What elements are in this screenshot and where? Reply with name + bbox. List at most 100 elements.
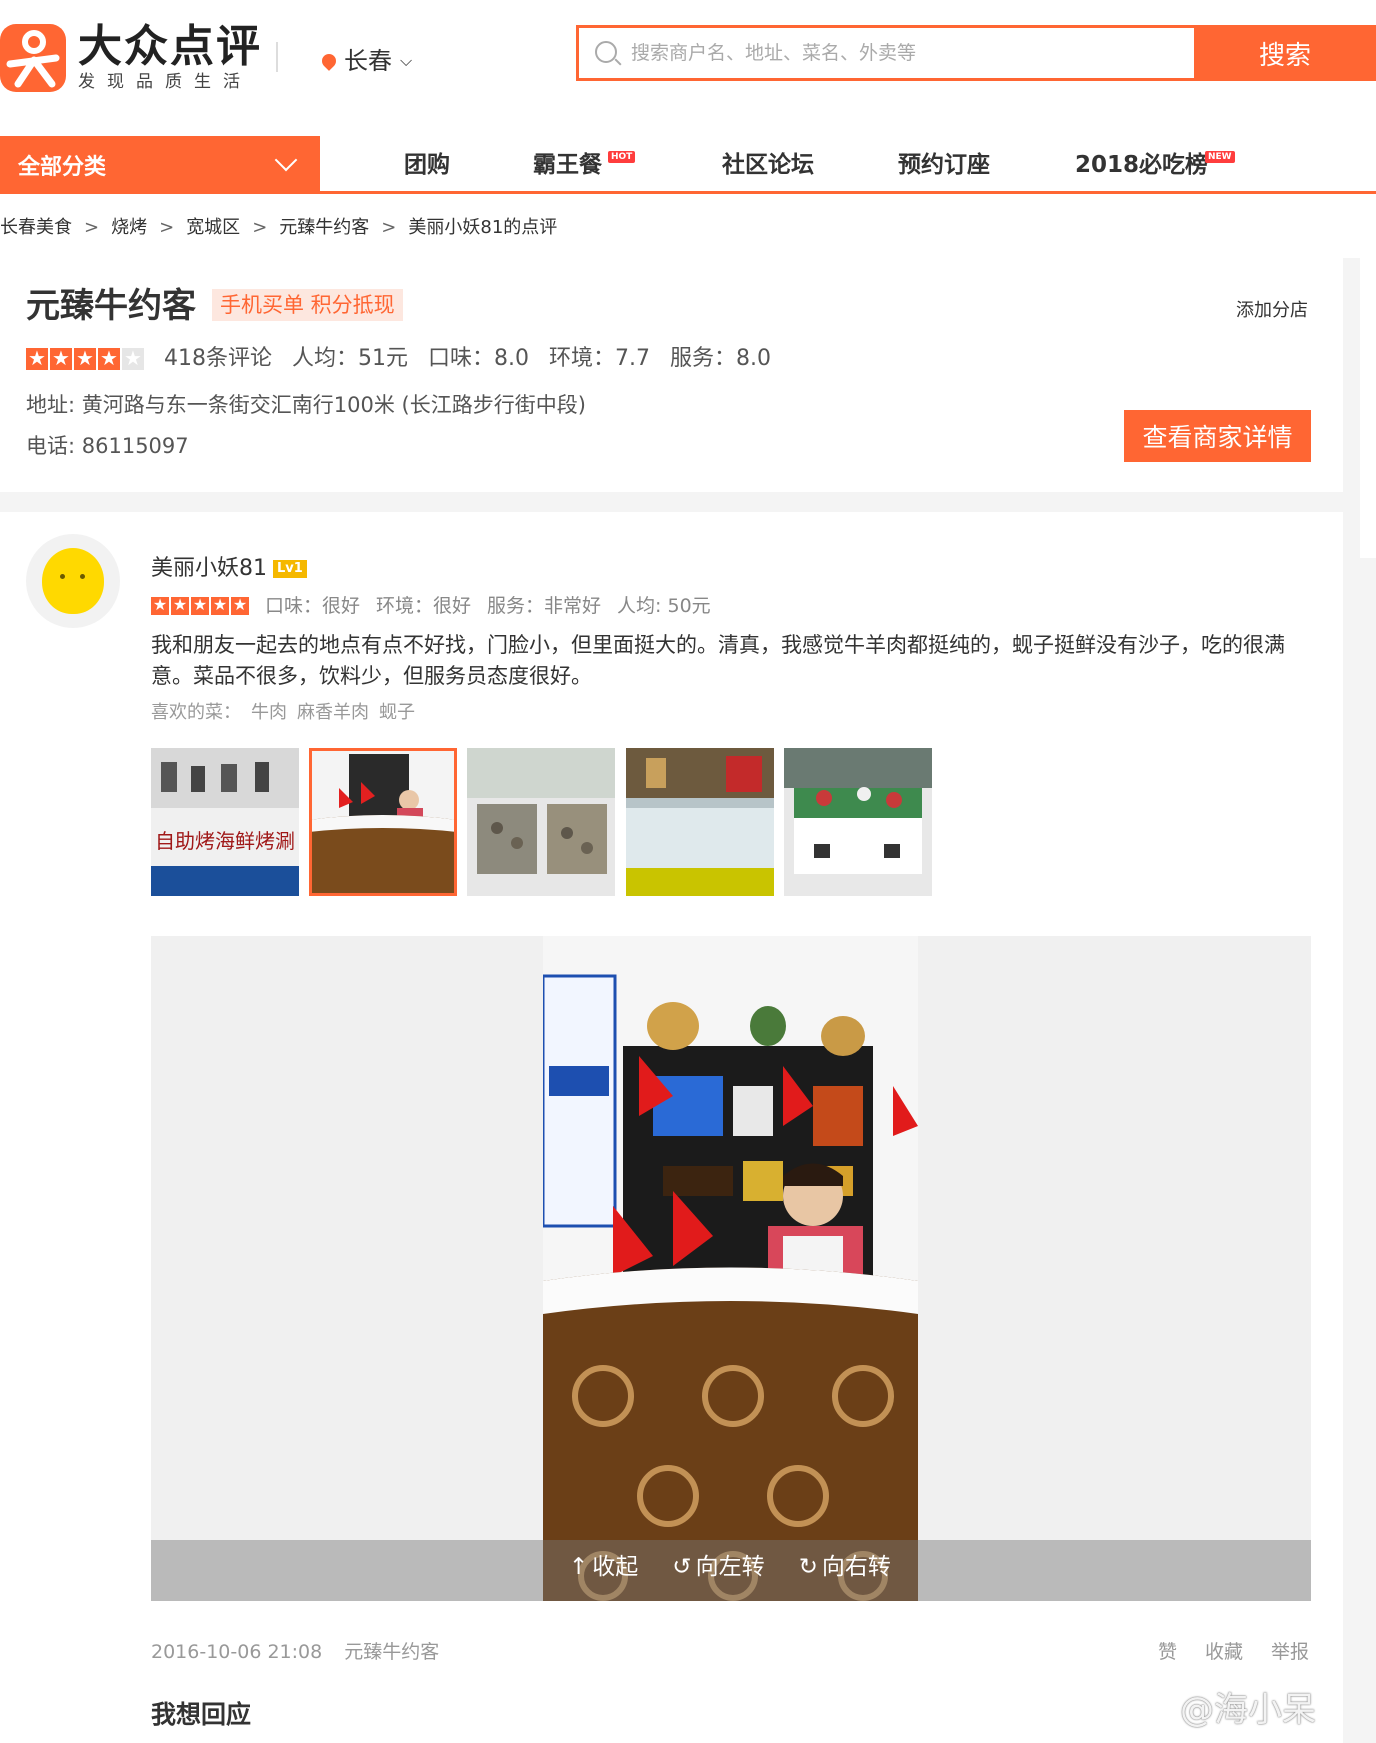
favorite-button[interactable]: 收藏 [1205,1640,1243,1664]
review-taste: 口味：很好 [265,595,361,617]
star-icon [231,594,249,616]
collapse-label: 收起 [592,1554,639,1580]
shop-star-rating [26,345,144,371]
favorite-dish[interactable]: 牛肉 [251,701,287,725]
review-environment: 环境：很好 [376,595,472,617]
avatar-eye [60,574,65,579]
photo-thumbnail-reception[interactable] [309,748,457,896]
breadcrumb-item[interactable]: 宽城区 [186,216,240,240]
favorite-dishes-label: 喜欢的菜： [151,702,241,723]
view-shop-details-button[interactable]: 查看商家详情 [1124,410,1311,462]
photo-viewer-image[interactable] [543,936,918,1601]
review-body: 我和朋友一起去的地点有点不好找，门脸小，但里面挺大的。清真，我感觉牛羊肉都挺纯的… [151,633,1285,688]
shop-promo-tag[interactable]: 手机买单 积分抵现 [212,289,403,321]
location-pin-icon [319,51,339,71]
chevron-down-icon: ⌵ [400,51,413,70]
avatar-eye [80,574,85,579]
dianping-logo-icon[interactable] [0,24,66,92]
review-service: 服务：非常好 [487,595,602,617]
review-shop-link[interactable]: 元臻牛约客 [344,1640,439,1664]
brand-name[interactable]: 大众点评 [78,22,262,72]
shop-address: 地址: 黄河路与东一条街交汇南行100米 (长江路步行街中段) [26,393,586,417]
collapse-button[interactable]: ↑ 收起 [569,1550,638,1584]
header-divider [276,42,278,72]
breadcrumb-separator: > [159,217,175,238]
city-name: 长春 [344,47,392,75]
all-categories-menu[interactable]: 全部分类 [0,136,320,194]
rotate-left-label: 向左转 [695,1554,765,1580]
rotate-right-button[interactable]: ↻ 向右转 [799,1550,891,1584]
star-icon [98,345,120,371]
nav-item-must-eat-list[interactable]: 2018必吃榜 [1075,150,1208,180]
chevron-down-icon [274,148,298,172]
storefront-sign: 自助烤海鲜烤涮 [155,829,295,853]
search-input[interactable] [579,28,1199,78]
city-selector[interactable]: 长春 ⌵ [319,46,413,76]
review-star-rating [151,594,249,616]
arrow-up-icon: ↑ [569,1554,589,1580]
nav-item-free-meal[interactable]: 霸王餐 [533,150,602,180]
review-meta: 2016-10-06 21:08 元臻牛约客 [151,1640,439,1664]
photo-thumbnail-storefront[interactable]: 自助烤海鲜烤涮 [151,748,299,896]
review-count[interactable]: 418条评论 [164,346,272,372]
avatar[interactable] [26,534,120,628]
service-score: 服务：8.0 [670,346,771,371]
photo-viewer: ↑ 收起 ↺ 向左转 ↻ 向右转 [151,936,1311,1601]
avg-price: 人均：51元 [292,346,408,371]
environment-score: 环境：7.7 [549,346,650,371]
breadcrumb-item[interactable]: 长春美食 [0,216,72,240]
star-icon [74,345,96,371]
lemon-avatar-icon [42,548,104,614]
review-avg-price: 人均: 50元 [617,595,711,617]
nav-item-reservation[interactable]: 预约订座 [898,150,990,180]
review-actions: 赞 收藏 举报 [1158,1640,1309,1664]
weibo-watermark: @海小呆 [1180,1690,1316,1730]
like-button[interactable]: 赞 [1158,1640,1177,1664]
nav-item-group-buy[interactable]: 团购 [404,150,450,180]
shop-name[interactable]: 元臻牛约客 [26,286,196,326]
add-branch-link[interactable]: 添加分店 [1236,296,1308,322]
review-rating-row: 口味：很好 环境：很好 服务：非常好 人均: 50元 [151,594,711,618]
hot-badge: HOT [608,151,636,163]
breadcrumb-item[interactable]: 元臻牛约客 [279,216,369,240]
favorite-dishes: 喜欢的菜： 牛肉 麻香羊肉 蚬子 [151,701,415,725]
new-badge: NEW [1205,151,1235,163]
taste-score: 口味：8.0 [428,346,529,371]
shop-phone: 电话: 86115097 [26,434,189,458]
photo-thumbnail-freezer[interactable] [626,748,774,896]
user-level-badge: Lv1 [273,560,307,578]
breadcrumb-separator: > [381,217,397,238]
star-icon [151,594,169,616]
photo-thumbnail-buffet[interactable] [784,748,932,896]
reviewer-name[interactable]: 美丽小妖81 [151,556,267,582]
nav-item-forum[interactable]: 社区论坛 [722,150,814,180]
rotate-left-button[interactable]: ↺ 向左转 [672,1550,764,1584]
sidebar-edge [1360,258,1376,558]
star-icon [171,594,189,616]
search-box: 搜索 [576,25,1376,81]
breadcrumb: 长春美食 > 烧烤 > 宽城区 > 元臻牛约客 > 美丽小妖81的点评 [0,216,558,240]
photo-viewer-controls: ↑ 收起 ↺ 向左转 ↻ 向右转 [569,1550,891,1584]
rotate-right-icon: ↻ [798,1554,818,1580]
shop-rating-row: 418条评论 人均：51元 口味：8.0 环境：7.7 服务：8.0 [26,345,771,372]
favorite-dish[interactable]: 蚬子 [379,701,415,725]
star-icon [211,594,229,616]
star-icon [26,345,48,371]
star-icon [191,594,209,616]
reply-section-title: 我想回应 [151,1700,252,1729]
all-categories-label: 全部分类 [18,155,107,180]
search-button[interactable]: 搜索 [1194,25,1376,81]
breadcrumb-separator: > [252,217,268,238]
breadcrumb-separator: > [84,217,100,238]
favorite-dish[interactable]: 麻香羊肉 [297,701,369,725]
breadcrumb-item[interactable]: 烧烤 [111,216,147,240]
review-date: 2016-10-06 21:08 [151,1641,323,1663]
report-button[interactable]: 举报 [1271,1640,1309,1664]
star-icon [50,345,72,371]
rotate-right-label: 向右转 [821,1554,891,1580]
star-empty-icon [122,345,144,371]
breadcrumb-current: 美丽小妖81的点评 [408,217,558,238]
photo-thumbnail-seafood[interactable] [467,748,615,896]
brand-slogan: 发现品质生活 [78,72,252,92]
rotate-left-icon: ↺ [672,1554,692,1580]
